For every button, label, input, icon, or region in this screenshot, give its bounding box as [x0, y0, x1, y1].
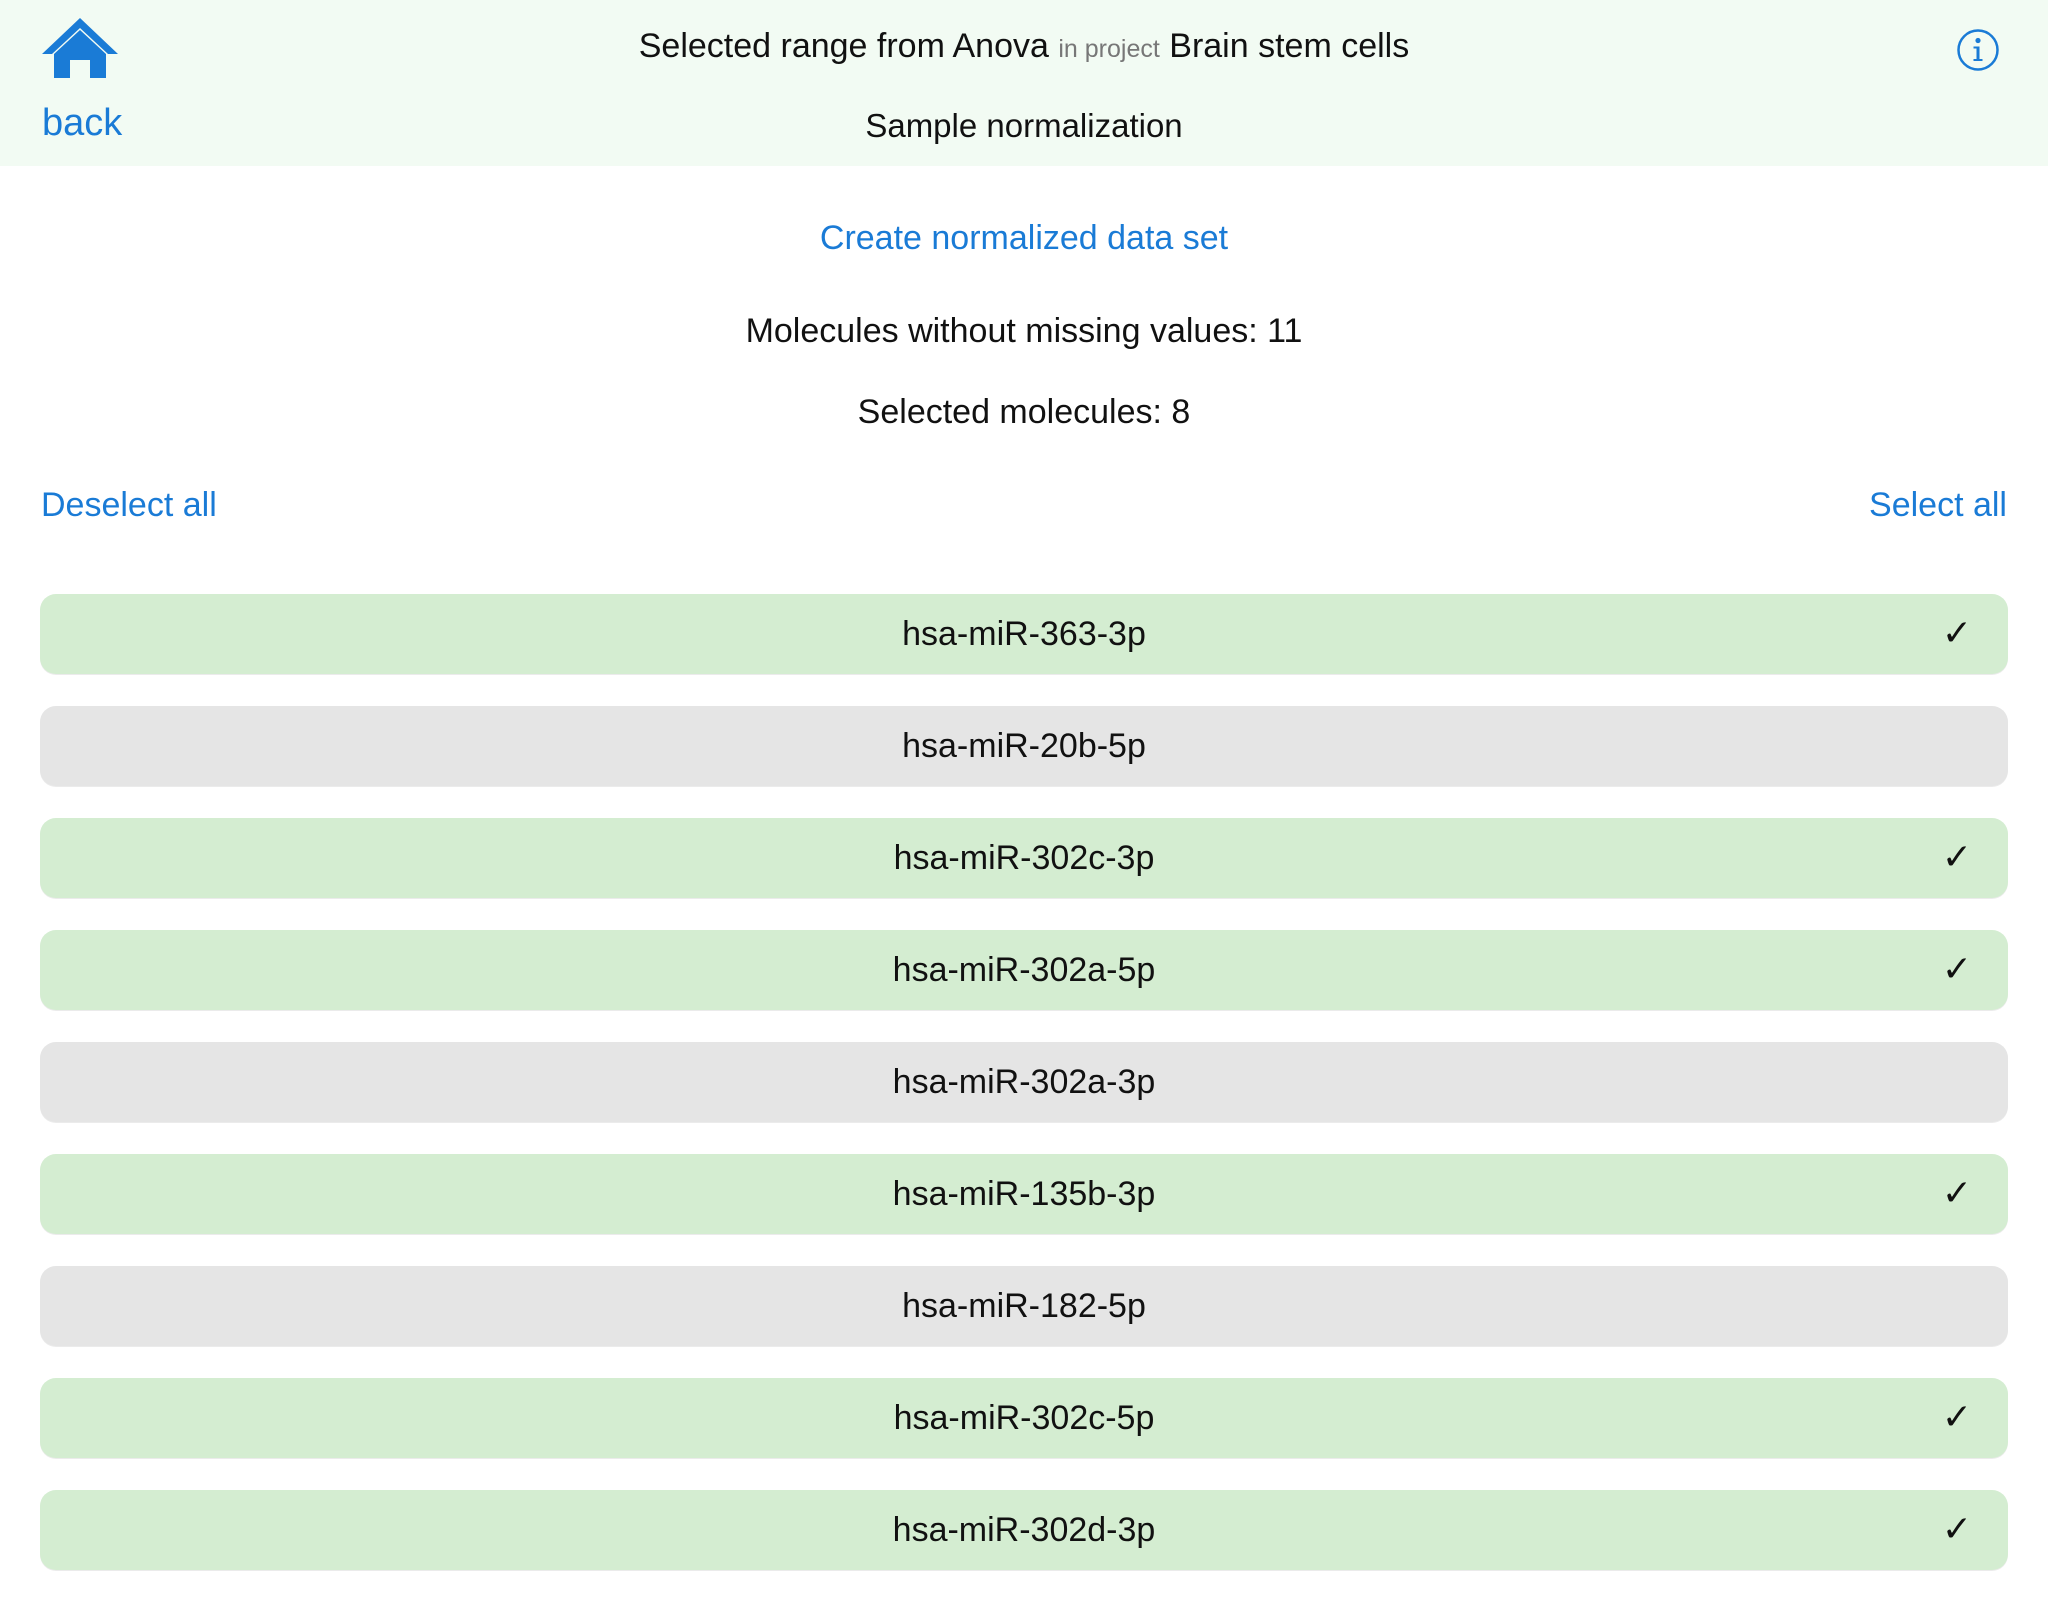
molecule-name: hsa-miR-135b-3p — [892, 1175, 1156, 1213]
title-range: Selected range from Anova — [638, 27, 1049, 65]
title-in-project: in project — [1058, 35, 1160, 63]
molecule-row[interactable]: hsa-miR-182-5p — [40, 1266, 2008, 1346]
molecule-name: hsa-miR-302a-3p — [892, 1063, 1156, 1101]
checkmark-icon: ✓ — [1941, 1509, 1972, 1550]
molecule-name: hsa-miR-182-5p — [902, 1287, 1146, 1325]
checkmark-icon: ✓ — [1941, 1397, 1972, 1438]
molecule-row[interactable]: hsa-miR-20b-5p — [40, 706, 2008, 786]
molecule-row[interactable]: hsa-miR-302d-3p ✓ — [40, 1490, 2008, 1570]
selected-molecules-count: Selected molecules: 8 — [857, 393, 1191, 431]
molecule-name: hsa-miR-302d-3p — [892, 1511, 1156, 1549]
create-normalized-button[interactable]: Create normalized data set — [0, 216, 2048, 260]
checkmark-icon: ✓ — [1941, 837, 1972, 878]
page-title: Selected range from Anova in project Bra… — [0, 24, 2048, 71]
molecules-without-missing: Molecules without missing values: 11 — [745, 312, 1303, 350]
molecule-list: hsa-miR-363-3p ✓ hsa-miR-20b-5p hsa-miR-302… — [40, 594, 2008, 1602]
checkmark-icon: ✓ — [1941, 1173, 1972, 1214]
molecule-row[interactable]: hsa-miR-302a-5p ✓ — [40, 930, 2008, 1010]
molecule-name: hsa-miR-302a-5p — [892, 951, 1156, 989]
title-project-name: Brain stem cells — [1169, 27, 1410, 65]
select-all-button[interactable]: Select all — [1869, 483, 2007, 527]
molecule-row[interactable]: hsa-miR-363-3p ✓ — [40, 594, 2008, 674]
molecule-name: hsa-miR-302c-3p — [893, 839, 1155, 877]
molecule-row[interactable]: hsa-miR-302c-3p ✓ — [40, 818, 2008, 898]
molecule-name: hsa-miR-302c-5p — [893, 1399, 1155, 1437]
molecule-row[interactable]: hsa-miR-302a-3p — [40, 1042, 2008, 1122]
page-subtitle: Sample normalization — [865, 107, 1183, 144]
deselect-all-button[interactable]: Deselect all — [41, 483, 217, 527]
info-icon[interactable] — [1956, 28, 2000, 72]
checkmark-icon: ✓ — [1941, 949, 1972, 990]
molecule-name: hsa-miR-363-3p — [902, 615, 1146, 653]
molecule-name: hsa-miR-20b-5p — [902, 727, 1146, 765]
molecule-row[interactable]: hsa-miR-135b-3p ✓ — [40, 1154, 2008, 1234]
header-bar: back Selected range from Anova in projec… — [0, 0, 2048, 166]
molecule-row[interactable]: hsa-miR-302c-5p ✓ — [40, 1378, 2008, 1458]
checkmark-icon: ✓ — [1941, 613, 1972, 654]
